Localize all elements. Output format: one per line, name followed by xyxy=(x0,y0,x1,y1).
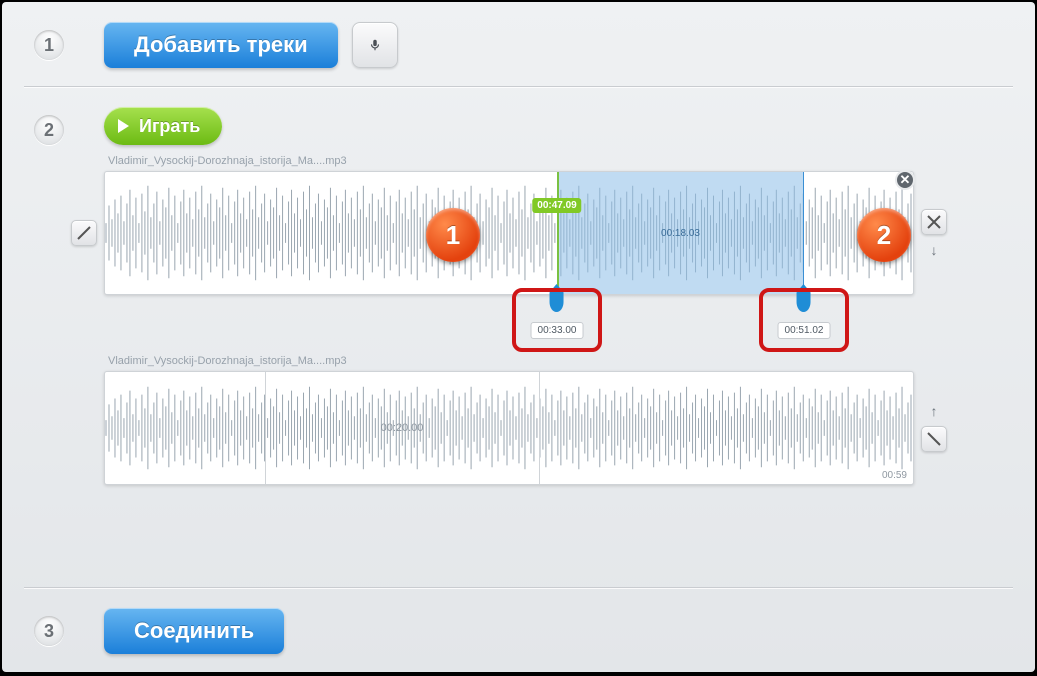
track-1-tool-right: ↓ xyxy=(921,209,947,257)
handle-knob-icon xyxy=(550,290,564,312)
move-up-icon[interactable]: ↑ xyxy=(931,404,938,418)
track-2: Vladimir_Vysockij-Dorozhnaja_istorija_Ma… xyxy=(104,355,914,485)
track-1-tool-left xyxy=(71,220,97,246)
join-label: Соединить xyxy=(134,618,254,644)
tracks-panel: Vladimir_Vysockij-Dorozhnaja_istorija_Ma… xyxy=(2,145,1035,587)
audio-joiner-app: 1 Добавить треки 2 Играть Vladimir_Vysoc… xyxy=(2,2,1035,672)
track-1-playhead[interactable] xyxy=(557,172,559,294)
track-1-handle-end[interactable]: 00:51.02 xyxy=(778,290,831,339)
join-button[interactable]: Соединить xyxy=(104,608,284,654)
crossfade-toggle[interactable] xyxy=(921,209,947,235)
callout-badge-1: 1 xyxy=(426,208,480,262)
add-tracks-label: Добавить треки xyxy=(134,32,308,58)
track-1-selection[interactable]: 00:18.03 xyxy=(557,172,804,294)
microphone-icon xyxy=(368,38,382,52)
record-mic-button[interactable] xyxy=(352,22,398,68)
step-2-row: 2 Играть xyxy=(2,87,1035,145)
track-1: Vladimir_Vysockij-Dorozhnaja_istorija_Ma… xyxy=(104,155,914,295)
fade-out-icon xyxy=(927,432,941,446)
selection-duration: 00:18.03 xyxy=(661,228,700,239)
step-1-badge: 1 xyxy=(34,30,64,60)
track-2-tool-right: ↑ xyxy=(921,404,947,452)
waveform-graphic-2 xyxy=(105,372,913,484)
step-2-badge: 2 xyxy=(34,115,64,145)
track-1-close-button[interactable]: ✕ xyxy=(895,170,915,190)
step-3-row: 3 Соединить xyxy=(2,588,1035,672)
track-1-waveform[interactable]: 00:18.03 00:47.09 00:33.00 00:51.02 xyxy=(104,171,914,295)
fade-out-toggle[interactable] xyxy=(921,426,947,452)
segment-divider-1 xyxy=(265,372,266,484)
play-label: Играть xyxy=(139,116,200,137)
track-2-segment-time: 00:20.00 xyxy=(381,422,424,434)
add-tracks-button[interactable]: Добавить треки xyxy=(104,22,338,68)
handle-end-time[interactable]: 00:51.02 xyxy=(778,322,831,339)
track-1-filename: Vladimir_Vysockij-Dorozhnaja_istorija_Ma… xyxy=(108,155,914,167)
handle-start-time[interactable]: 00:33.00 xyxy=(531,322,584,339)
track-2-waveform[interactable]: 00:20.00 00:59 ↑ xyxy=(104,371,914,485)
segment-divider-2 xyxy=(539,372,540,484)
play-icon xyxy=(118,119,129,133)
track-2-total-time: 00:59 xyxy=(882,470,907,481)
handle-knob-icon xyxy=(797,290,811,312)
track-2-filename: Vladimir_Vysockij-Dorozhnaja_istorija_Ma… xyxy=(108,355,914,367)
fade-in-toggle[interactable] xyxy=(71,220,97,246)
track-1-playhead-time: 00:47.09 xyxy=(532,198,581,213)
step-3-badge: 3 xyxy=(34,616,64,646)
move-down-icon[interactable]: ↓ xyxy=(931,243,938,257)
fade-in-icon xyxy=(77,226,91,240)
step-1-row: 1 Добавить треки xyxy=(2,2,1035,86)
crossfade-icon xyxy=(927,215,941,229)
play-button[interactable]: Играть xyxy=(104,107,222,145)
callout-badge-2: 2 xyxy=(857,208,911,262)
track-1-handle-start[interactable]: 00:33.00 xyxy=(531,290,584,339)
